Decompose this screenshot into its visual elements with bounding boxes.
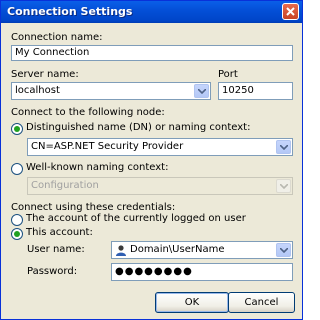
current-user-radio[interactable] [11, 214, 23, 226]
server-name-combo[interactable]: localhost [11, 82, 211, 100]
dn-radio[interactable] [11, 123, 23, 135]
node-section-label: Connect to the following node: [11, 107, 165, 118]
user-name-label: User name: [27, 244, 85, 255]
password-input[interactable]: ●●●●●●●● [111, 263, 293, 281]
server-name-label: Server name: [11, 69, 79, 80]
close-icon [286, 7, 295, 16]
ok-button[interactable]: OK [155, 292, 229, 313]
dialog-window: Connection Settings Connection name: My … [0, 0, 303, 320]
chevron-down-icon [280, 184, 288, 189]
this-account-radio[interactable] [11, 228, 23, 240]
this-account-radio-label[interactable]: This account: [26, 227, 93, 238]
server-name-value: localhost [15, 85, 60, 96]
title-bar[interactable]: Connection Settings [1, 1, 302, 23]
dn-combo[interactable]: CN=ASP.NET Security Provider [27, 138, 293, 156]
well-known-dropdown-button [276, 179, 291, 193]
credentials-section-label: Connect using these credentials: [11, 202, 176, 213]
close-button[interactable] [282, 3, 299, 20]
user-name-combo[interactable]: Domain\UserName [111, 241, 293, 259]
current-user-radio-label[interactable]: The account of the currently logged on u… [26, 213, 246, 224]
window-title: Connection Settings [7, 5, 133, 18]
dn-value: CN=ASP.NET Security Provider [31, 141, 184, 152]
well-known-value: Configuration [31, 180, 99, 191]
dn-dropdown-button[interactable] [276, 140, 291, 154]
port-input[interactable]: 10250 [218, 82, 293, 100]
connection-name-input[interactable]: My Connection [11, 45, 293, 61]
dn-radio-label[interactable]: Distinguished name (DN) or naming contex… [26, 122, 250, 133]
well-known-radio[interactable] [11, 163, 23, 175]
user-name-value: Domain\UserName [130, 244, 225, 255]
chevron-down-icon [280, 248, 288, 253]
server-dropdown-button[interactable] [194, 84, 209, 98]
password-label: Password: [27, 266, 78, 277]
well-known-combo: Configuration [27, 177, 293, 195]
chevron-down-icon [198, 89, 206, 94]
user-icon [116, 245, 126, 256]
user-name-dropdown-button[interactable] [276, 243, 291, 257]
chevron-down-icon [280, 145, 288, 150]
cancel-button[interactable]: Cancel [228, 292, 295, 313]
port-label: Port [218, 69, 238, 80]
well-known-radio-label[interactable]: Well-known naming context: [26, 162, 168, 173]
connection-name-label: Connection name: [11, 32, 103, 43]
